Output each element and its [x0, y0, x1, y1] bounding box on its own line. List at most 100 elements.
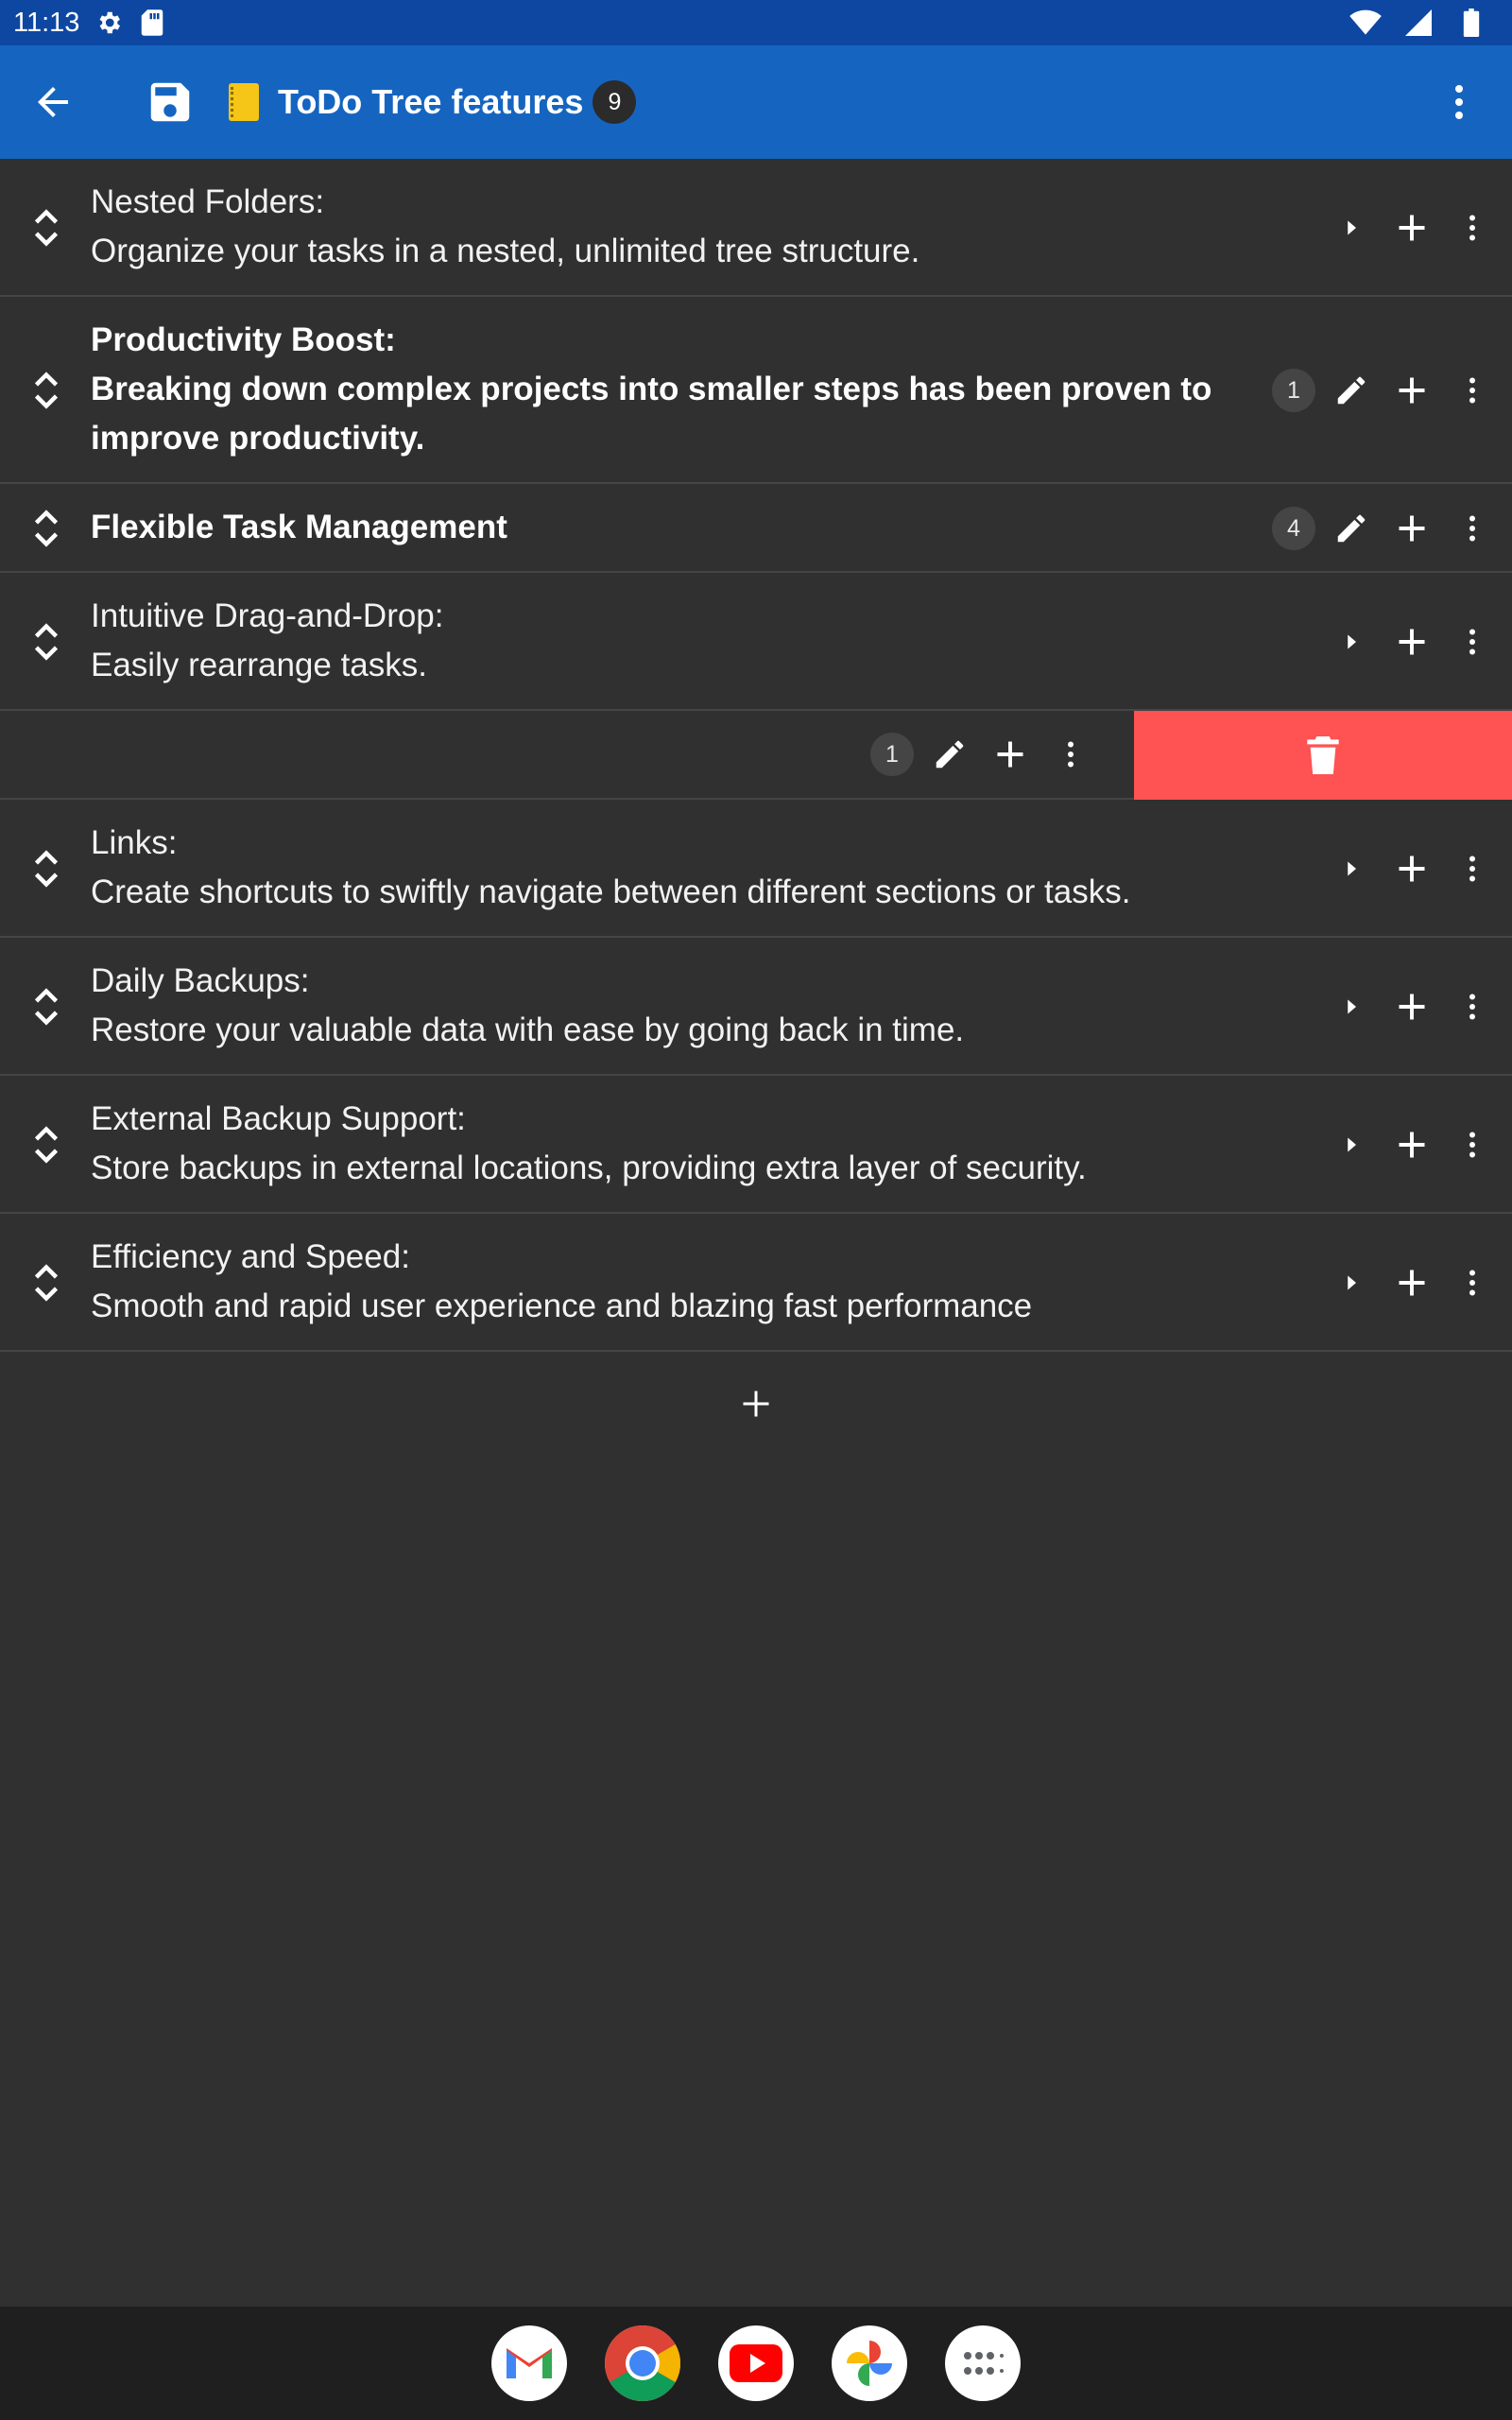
arrow-right-icon	[1348, 1275, 1356, 1290]
status-time: 11:13	[13, 7, 80, 38]
list-item[interactable]: Daily Backups: Restore your valuable dat…	[0, 938, 1512, 1076]
plus-icon	[1399, 1132, 1425, 1158]
app-drawer-icon[interactable]	[945, 2325, 1021, 2401]
item-description: Organize your tasks in a nested, unlimit…	[91, 233, 920, 269]
expand-button[interactable]	[1321, 198, 1382, 258]
list-item[interactable]: External Backup Support: Store backups i…	[0, 1076, 1512, 1214]
drag-handle-icon[interactable]	[21, 616, 72, 667]
add-child-button[interactable]	[1382, 1115, 1442, 1175]
item-description: Smooth and rapid user experience and bla…	[91, 1288, 1033, 1324]
chrome-icon[interactable]	[605, 2325, 680, 2401]
child-count-badge: 1	[1272, 369, 1315, 412]
youtube-icon[interactable]	[718, 2325, 794, 2401]
expand-button[interactable]	[1321, 977, 1382, 1037]
item-menu-button[interactable]	[1442, 1253, 1503, 1313]
drag-handle-icon[interactable]	[21, 202, 72, 253]
drag-handle-icon[interactable]	[21, 843, 72, 894]
trash-icon	[1307, 736, 1339, 774]
page-title-group: ToDo Tree features 9	[229, 80, 637, 124]
list-item[interactable]: Efficiency and Speed: Smooth and rapid u…	[0, 1214, 1512, 1352]
plus-icon	[1399, 629, 1425, 655]
item-description: Breaking down complex projects into smal…	[91, 371, 1212, 407]
item-menu-button[interactable]	[1442, 612, 1503, 672]
expand-button[interactable]	[1321, 1253, 1382, 1313]
list-item[interactable]: Links: Create shortcuts to swiftly navig…	[0, 800, 1512, 938]
edit-button[interactable]	[1321, 498, 1382, 559]
more-vert-icon	[1469, 1132, 1475, 1158]
pencil-icon	[936, 740, 964, 769]
item-title: Flexible Task Management	[91, 509, 507, 545]
app-bar: ToDo Tree features 9	[0, 45, 1512, 159]
item-menu-button[interactable]	[1442, 838, 1503, 899]
expand-button[interactable]	[1321, 612, 1382, 672]
add-child-button[interactable]	[1382, 360, 1442, 421]
item-title: Links:	[91, 824, 178, 861]
drag-handle-icon[interactable]	[21, 365, 72, 416]
delete-button[interactable]	[1134, 711, 1512, 800]
add-child-button[interactable]	[1382, 1253, 1442, 1313]
item-description: Store backups in external locations, pro…	[91, 1150, 1087, 1186]
save-button[interactable]	[132, 64, 208, 140]
item-menu-button[interactable]	[1442, 198, 1503, 258]
save-icon	[150, 82, 190, 122]
drag-handle-icon[interactable]	[21, 981, 72, 1032]
plus-icon	[1399, 515, 1425, 542]
child-count-badge: 1	[870, 733, 914, 776]
wifi-icon	[1349, 7, 1382, 39]
item-menu-button[interactable]	[1442, 977, 1503, 1037]
add-child-button[interactable]	[1382, 838, 1442, 899]
overflow-menu-button[interactable]	[1421, 64, 1497, 140]
photos-icon[interactable]	[832, 2325, 907, 2401]
add-child-button[interactable]	[1382, 198, 1442, 258]
arrow-right-icon	[1348, 220, 1356, 235]
arrow-back-icon	[38, 87, 68, 117]
item-description: Create shortcuts to swiftly navigate bet…	[91, 873, 1131, 910]
more-vert-icon	[1469, 629, 1475, 655]
item-title: Daily Backups:	[91, 962, 310, 999]
plus-icon	[1399, 994, 1425, 1020]
pencil-icon	[1337, 376, 1366, 405]
more-vert-icon	[1469, 994, 1475, 1020]
plus-icon	[1399, 1270, 1425, 1296]
drag-handle-icon[interactable]	[21, 1257, 72, 1308]
expand-button[interactable]	[1321, 838, 1382, 899]
list-item[interactable]: Nested Folders: Organize your tasks in a…	[0, 159, 1512, 297]
list-item[interactable]: Intuitive Drag-and-Drop: Easily rearrang…	[0, 573, 1512, 711]
task-list: Nested Folders: Organize your tasks in a…	[0, 159, 1512, 1352]
item-title: Nested Folders:	[91, 183, 325, 220]
arrow-right-icon	[1348, 861, 1356, 876]
add-child-button[interactable]	[1382, 498, 1442, 559]
list-item[interactable]: Productivity Boost: Breaking down comple…	[0, 297, 1512, 484]
drag-handle-icon[interactable]	[21, 1119, 72, 1170]
swiped-list-item[interactable]: 1	[0, 711, 1512, 800]
item-menu-button[interactable]	[1442, 1115, 1503, 1175]
item-menu-button[interactable]	[1442, 498, 1503, 559]
item-description: Easily rearrange tasks.	[91, 647, 427, 683]
item-menu-button[interactable]	[1442, 360, 1503, 421]
expand-button[interactable]	[1321, 1115, 1382, 1175]
drag-handle-icon[interactable]	[21, 503, 72, 554]
add-child-button[interactable]	[1382, 612, 1442, 672]
more-vert-icon	[1469, 1270, 1475, 1296]
arrow-right-icon	[1348, 999, 1356, 1014]
item-title: Productivity Boost:	[91, 321, 396, 358]
item-title: Intuitive Drag-and-Drop:	[91, 597, 444, 634]
edit-button[interactable]	[1321, 360, 1382, 421]
add-item-button[interactable]	[718, 1371, 794, 1437]
list-item[interactable]: Flexible Task Management 4	[0, 484, 1512, 573]
battery-icon	[1455, 7, 1487, 39]
item-count-badge: 9	[593, 80, 637, 124]
add-child-button[interactable]	[980, 724, 1040, 785]
arrow-right-icon	[1348, 1137, 1356, 1152]
back-button[interactable]	[15, 64, 91, 140]
edit-button[interactable]	[919, 724, 980, 785]
notebook-icon	[229, 83, 259, 121]
more-vert-icon	[1469, 215, 1475, 241]
add-child-button[interactable]	[1382, 977, 1442, 1037]
plus-icon	[1399, 856, 1425, 882]
more-vert-icon	[1455, 85, 1463, 119]
item-menu-button[interactable]	[1040, 724, 1101, 785]
gmail-icon[interactable]	[491, 2325, 567, 2401]
settings-icon	[93, 7, 125, 39]
item-description: Restore your valuable data with ease by …	[91, 1011, 965, 1048]
